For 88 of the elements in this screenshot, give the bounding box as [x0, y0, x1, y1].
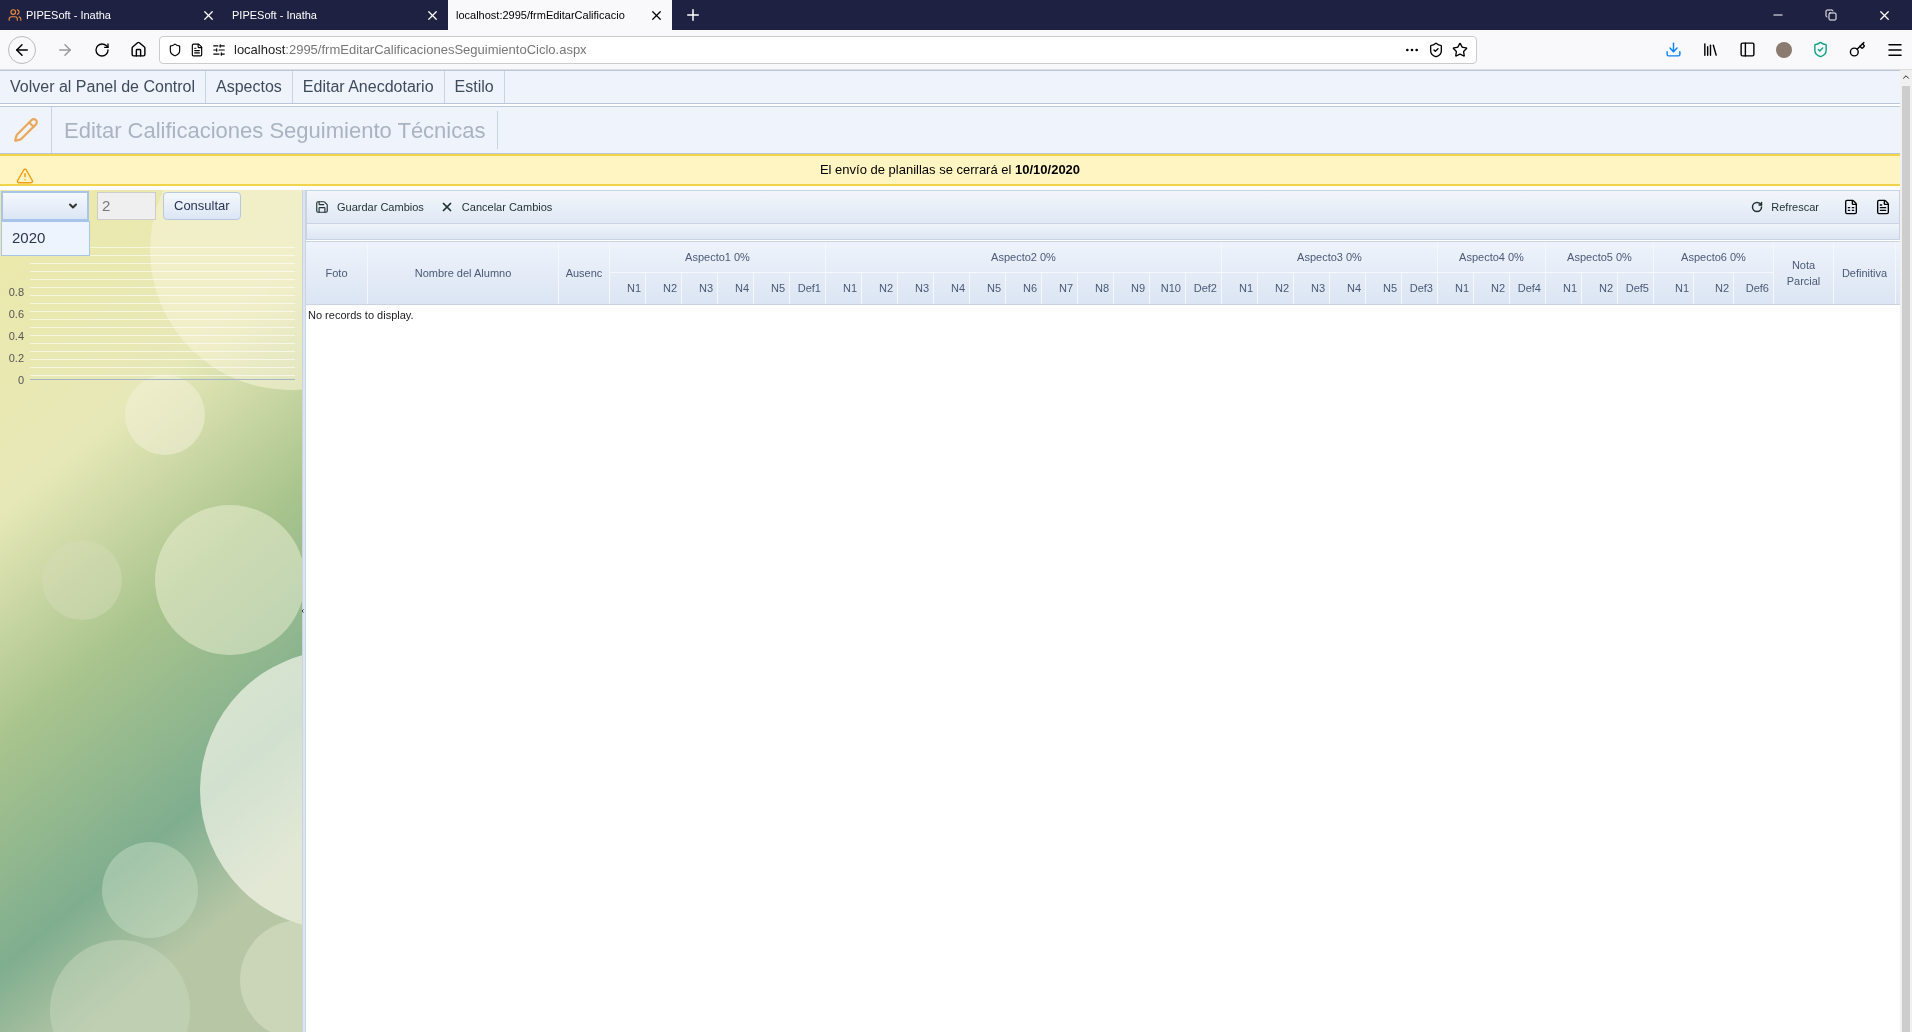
axis-label: 0.2	[8, 351, 24, 365]
query-button[interactable]: Consultar	[163, 192, 241, 220]
library-icon[interactable]	[1702, 41, 1719, 58]
column-header: N2	[646, 273, 682, 304]
column-group-header: Aspecto3 0%	[1222, 242, 1438, 273]
column-header: N4	[934, 273, 970, 304]
column-header: N2	[1258, 273, 1294, 304]
column-header: N1	[826, 273, 862, 304]
pencil-icon	[12, 117, 39, 143]
column-header: N2	[1474, 273, 1510, 304]
column-header: N1	[1654, 273, 1694, 304]
column-header: Def3	[1402, 273, 1438, 304]
shield-check-icon[interactable]	[1812, 41, 1829, 58]
column-header: Def4	[1510, 273, 1546, 304]
reload-icon[interactable]	[94, 41, 110, 58]
column-header: Nota Parcial	[1774, 242, 1834, 304]
scroll-up-icon[interactable]	[1901, 72, 1911, 82]
column-header: N2	[1582, 273, 1618, 304]
page-icon	[190, 42, 204, 57]
column-header: N6	[1006, 273, 1042, 304]
column-header: N2	[1694, 273, 1734, 304]
column-header: Def2	[1186, 273, 1222, 304]
key-icon[interactable]	[1849, 41, 1866, 58]
empty-message: No records to display.	[307, 308, 415, 323]
column-header: N5	[1366, 273, 1402, 304]
column-group-header: Aspecto5 0%	[1546, 242, 1654, 273]
column-header: Foto	[306, 242, 368, 304]
column-header: N8	[1078, 273, 1114, 304]
page-title: Editar Calificaciones Seguimiento Técnicas	[52, 111, 499, 149]
tab-title: PIPESoft - Inatha	[232, 7, 318, 23]
axis-label: 0.4	[8, 329, 24, 343]
column-header: Ausenc	[559, 242, 610, 304]
column-header: Definitiva	[1834, 242, 1896, 304]
column-header: N5	[970, 273, 1006, 304]
column-header: Def1	[790, 273, 826, 304]
warning-icon	[16, 167, 34, 185]
column-header: N1	[1222, 273, 1258, 304]
save-changes-button[interactable]: Guardar Cambios	[315, 198, 424, 216]
shield-icon	[168, 42, 182, 57]
bookmark-star-icon[interactable]	[1452, 41, 1468, 58]
restore-icon[interactable]	[1825, 9, 1837, 21]
column-header: N1	[1438, 273, 1474, 304]
column-group-header: Aspecto1 0%	[610, 242, 826, 273]
axis-label: 0	[17, 373, 24, 387]
refresh-icon	[1751, 201, 1764, 213]
home-icon[interactable]	[130, 41, 147, 58]
column-group-header: Aspecto6 0%	[1654, 242, 1774, 273]
period-field[interactable]: 2	[97, 192, 156, 220]
scrollbar[interactable]	[1900, 70, 1912, 1032]
column-header: N3	[682, 273, 718, 304]
column-header: N2	[862, 273, 898, 304]
column-header: N5	[754, 273, 790, 304]
cancel-changes-button[interactable]: Cancelar Cambios	[439, 198, 553, 216]
menu-item[interactable]: Volver al Panel de Control	[0, 71, 206, 103]
column-header: N3	[898, 273, 934, 304]
menu-item[interactable]: Editar Anecdotario	[292, 71, 445, 103]
column-group-header: Aspecto2 0%	[826, 242, 1222, 273]
column-header: N7	[1042, 273, 1078, 304]
column-header: N4	[1330, 273, 1366, 304]
column-header: N9	[1114, 273, 1150, 304]
column-header: Def6	[1734, 273, 1774, 304]
browser-tab[interactable]: localhost:2995/frmEditarCalificacio	[448, 0, 672, 30]
column-group-header: Aspecto4 0%	[1438, 242, 1546, 273]
sidebar-icon[interactable]	[1739, 41, 1756, 58]
axis-label: 0.8	[8, 285, 24, 299]
column-header: N4	[718, 273, 754, 304]
dropdown-option[interactable]: 2020	[2, 222, 89, 255]
new-tab-icon[interactable]	[684, 6, 702, 24]
menu-item[interactable]: Aspectos	[206, 71, 293, 103]
column-header: Nombre del Alumno	[368, 242, 559, 304]
column-header: Def5	[1618, 273, 1654, 304]
column-header: N1	[1546, 273, 1582, 304]
url-text: localhost:2995/frmEditarCalificacionesSeguimientoCiclo.aspx	[234, 40, 587, 59]
column-header: N10	[1150, 273, 1186, 304]
permissions-icon	[212, 42, 226, 57]
download-icon[interactable]	[1665, 41, 1682, 58]
column-header: N1	[610, 273, 646, 304]
avatar[interactable]	[1776, 41, 1792, 58]
address-bar[interactable]: localhost:2995/frmEditarCalificacionesSeguimientoCiclo.aspx	[159, 35, 1477, 64]
save-icon	[315, 200, 329, 214]
refresh-button[interactable]: Refrescar	[1751, 198, 1819, 216]
notice-text: El envío de planillas se cerrará el 10/10/2020	[819, 161, 1081, 180]
tab-title: localhost:2995/frmEditarCalificacio	[456, 7, 626, 23]
axis-label: 0.6	[8, 307, 24, 321]
collapse-icon[interactable]	[300, 607, 305, 615]
column-header: N3	[1294, 273, 1330, 304]
menu-item[interactable]: Estilo	[444, 71, 505, 103]
tab-title: PIPESoft - Inatha	[26, 7, 112, 23]
